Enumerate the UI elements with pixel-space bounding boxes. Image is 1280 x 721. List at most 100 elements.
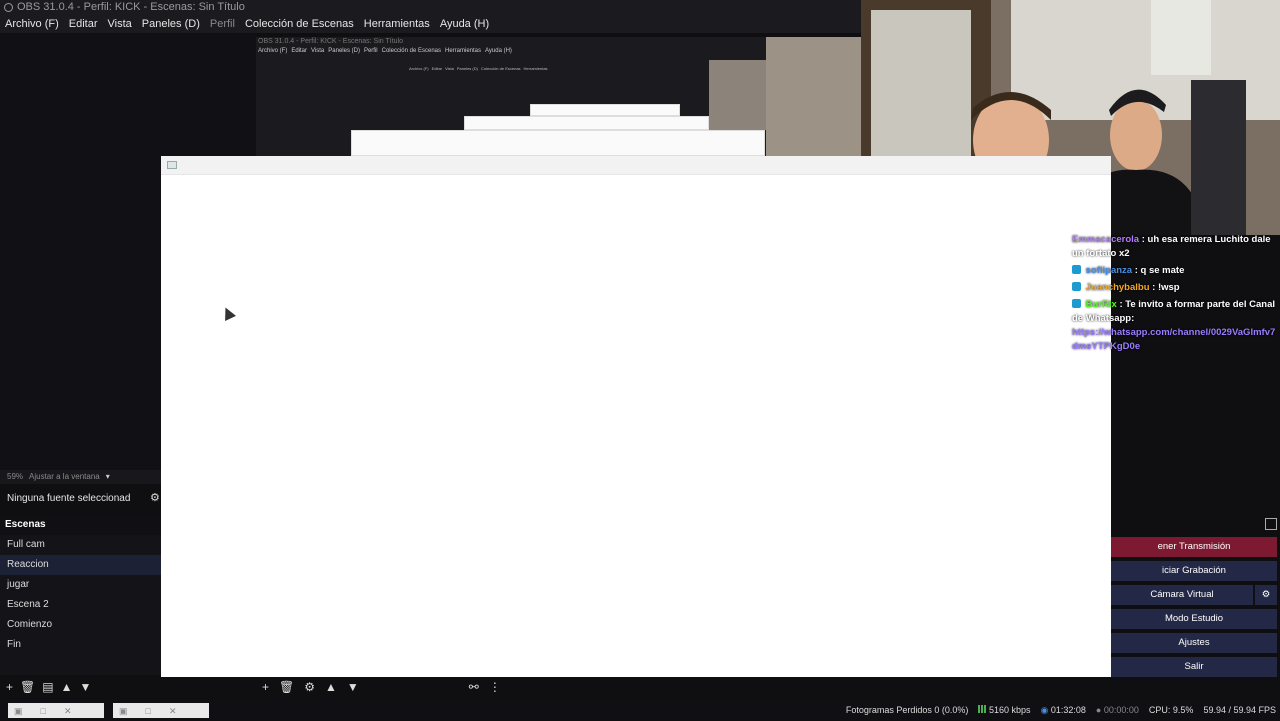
menu-archivo[interactable]: Archivo (F) [0,15,64,33]
stream-time: 01:32:08 [1050,705,1086,715]
nested-menu-bar-2: Archivo (F) Editar Vista Paneles (D) Col… [409,66,548,71]
chat-message: Juanchybalbu : !wsp [1072,281,1280,295]
scene-item[interactable]: Fin [0,635,161,655]
more-vertical-icon[interactable]: ⋮ [489,680,501,694]
close-icon[interactable]: ✕ [64,701,72,721]
no-source-label: Ninguna fuente seleccionad [7,493,131,504]
fps: 59.94 / 59.94 FPS [1203,705,1276,715]
gear-icon[interactable]: ⚙ [304,680,315,694]
arrow-up-icon[interactable]: ▲ [61,680,73,694]
scene-item[interactable]: Comienzo [0,615,161,635]
nested-menu-bar: Archivo (F) Editar Vista Paneles (D) Per… [258,48,512,54]
arrow-down-icon[interactable]: ▼ [347,680,359,694]
trash-icon[interactable]: 🗑 [20,680,35,694]
start-recording-button[interactable]: iciar Grabación [1111,561,1277,581]
nested-menu-item: Colección de Escenas [480,66,521,71]
gear-icon[interactable]: ⚙ [150,492,162,504]
chat-username: Emmacacerola [1072,234,1140,245]
nested-menu-item: Paneles (D) [456,66,478,71]
studio-mode-button[interactable]: Modo Estudio [1111,609,1277,629]
overlay-window-titlebar[interactable] [161,156,1111,175]
cpu-usage: CPU: 9.5% [1148,705,1194,715]
menu-coleccion-escenas[interactable]: Colección de Escenas [240,15,359,33]
nested-menu-item: Vista [311,48,325,54]
nested-menu-item: Archivo (F) [258,48,288,54]
link-icon[interactable]: ⚯ [469,680,479,694]
nested-window-title: OBS 31.0.4 - Perfil: KICK - Escenas: Sin… [258,38,403,45]
record-icon: ● [1095,705,1102,715]
start-virtual-camera-button[interactable]: Cámara Virtual [1111,585,1253,605]
scene-item[interactable]: Reaccion [0,555,161,575]
kick-badge-icon [1072,265,1081,274]
menu-perfil[interactable]: Perfil [205,15,240,33]
restore-icon[interactable]: □ [146,701,151,721]
nested-menu-item: Herramientas [445,48,482,54]
menu-vista[interactable]: Vista [103,15,137,33]
white-overlay-window [161,156,1111,677]
nested-menu-item: Herramientas [523,66,548,71]
taskbar-thumbnail[interactable]: ▣ □ ✕ [113,703,209,718]
menu-paneles[interactable]: Paneles (D) [137,15,205,33]
source-properties-bar: Ninguna fuente seleccionad [0,488,161,510]
window-icon [167,161,177,169]
scenes-header: Escenas [0,515,161,535]
menu-editar[interactable]: Editar [64,15,103,33]
scene-item[interactable]: Full cam [0,535,161,555]
nested-menu-item: Editar [291,48,308,54]
menu-bar: Archivo (F) Editar Vista Paneles (D) Per… [0,15,861,33]
nested-menu-item: Vista [445,66,454,71]
nested-webcam-thumb [766,37,861,157]
nested-menu-item: Perfil [363,48,378,54]
nested-menu-item: Ayuda (H) [485,48,512,54]
window-title: OBS 31.0.4 - Perfil: KICK - Escenas: Sin… [17,1,245,13]
menu-ayuda[interactable]: Ayuda (H) [435,15,494,33]
chat-link: https://whatsapp.com/channel/0029VaGlmfv… [1072,327,1276,352]
filter-icon[interactable]: ▤ [42,680,53,694]
broadcast-icon: ◉ [1040,705,1049,715]
zoom-level: 59% [7,472,24,481]
chat-message: BurRix : Te invito a formar parte del Ca… [1072,298,1280,354]
record-time: 00:00:00 [1103,705,1139,715]
restore-icon[interactable]: □ [41,701,46,721]
arrow-down-icon[interactable]: ▼ [79,680,91,694]
chat-message: Emmacacerola : uh esa remera Luchito dal… [1072,233,1280,261]
gear-icon[interactable]: ⚙ [1253,585,1277,605]
kick-badge-icon [1072,282,1081,291]
nested-menu-item: Editar [431,66,443,71]
scene-item[interactable]: jugar [0,575,161,595]
bitrate-group: 5160 kbps [978,700,1030,720]
trash-icon[interactable]: 🗑 [279,680,294,694]
add-icon[interactable]: + [262,680,269,694]
nested-menu-item: Archivo (F) [409,66,429,71]
controls-dock: ener Transmisión iciar Grabación Cámara … [1111,537,1277,677]
virtual-camera-group: Cámara Virtual ⚙ [1111,585,1277,605]
source-toolbar: + 🗑 ⚙ ▲ ▼ ⚯ ⋮ [262,678,522,696]
chat-text: : q se mate [1134,265,1185,276]
exit-button[interactable]: Salir [1111,657,1277,677]
chat-username: BurRix [1085,299,1117,310]
bitrate: 5160 kbps [988,705,1031,715]
taskbar-thumbnail[interactable]: ▣ □ ✕ [8,703,104,718]
fit-to-window-select[interactable]: Ajustar a la ventana [29,470,100,484]
menu-herramientas[interactable]: Herramientas [359,15,435,33]
add-icon[interactable]: + [6,680,13,694]
settings-button[interactable]: Ajustes [1111,633,1277,653]
arrow-up-icon[interactable]: ▲ [325,680,337,694]
nested-white-window [530,104,680,116]
nested-white-window [464,116,709,130]
record-time-group: ● 00:00:00 [1096,700,1139,720]
chat-text: : !wsp [1152,282,1180,293]
stop-streaming-button[interactable]: ener Transmisión [1111,537,1277,557]
chevron-down-icon[interactable]: ▾ [106,470,110,484]
float-dock-icon[interactable] [1265,518,1277,530]
chat-message: sofiipanza : q se mate [1072,264,1280,278]
chat-overlay: Emmacacerola : uh esa remera Luchito dal… [1072,233,1280,358]
kick-badge-icon [1072,299,1081,308]
scene-item[interactable]: Escena 2 [0,595,161,615]
close-icon[interactable]: ✕ [169,701,177,721]
stream-time-group: ◉ 01:32:08 [1040,700,1085,720]
obs-logo-icon [4,3,13,12]
nested-webcam-thumb [709,60,766,130]
scenes-dock: Escenas Full cam Reaccion jugar Escena 2… [0,515,161,675]
preview-zoom-bar: 59% Ajustar a la ventana ▾ [0,470,161,484]
